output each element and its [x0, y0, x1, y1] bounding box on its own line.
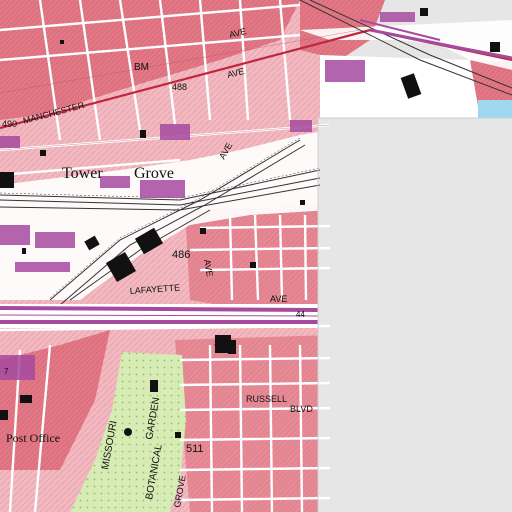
label-elevation-486: 486	[172, 249, 190, 261]
label-blvd: BLVD	[290, 404, 313, 414]
label-elevation-488: 488	[172, 82, 187, 92]
label-ave-lafayette: AVE	[270, 294, 287, 304]
water-body	[478, 100, 512, 118]
dense-urban-area-south	[175, 335, 330, 512]
label-post-office: Post Office	[6, 431, 60, 445]
map-canvas: Tower Grove MANCHESTER AVE BM AVE 488 49…	[0, 0, 512, 512]
label-route-44: 44	[296, 310, 305, 319]
label-number-7: 7	[4, 367, 9, 376]
topographic-map[interactable]: Tower Grove MANCHESTER AVE BM AVE 488 49…	[0, 0, 512, 512]
label-bm: BM	[134, 62, 149, 73]
label-elevation-490: 490	[2, 119, 17, 129]
label-grove: Grove	[134, 165, 174, 182]
label-russell: RUSSELL	[246, 394, 287, 404]
label-number-3: 3	[214, 339, 219, 348]
label-tower: Tower	[62, 165, 103, 182]
interstate-44-highway	[0, 306, 319, 312]
label-elevation-511: 511	[186, 443, 204, 455]
